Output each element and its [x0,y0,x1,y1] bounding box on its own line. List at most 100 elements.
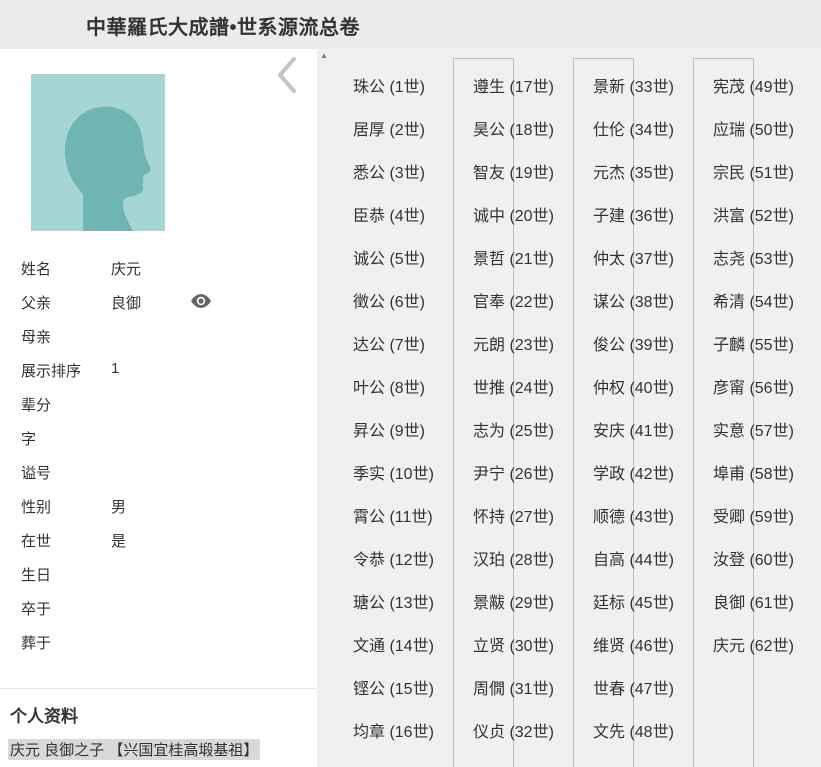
profile-field-row: 在世 是 [21,522,301,556]
generation-item[interactable]: 居厚 (2世) [353,120,425,142]
generation-item[interactable]: 顺德 (43世) [593,507,674,529]
section-divider [0,688,317,689]
generation-item[interactable]: 昇公 (9世) [353,421,425,443]
generation-item[interactable]: 洪富 (52世) [713,206,794,228]
field-label: 辈分 [21,397,52,414]
generation-item[interactable]: 安庆 (41世) [593,421,674,443]
generation-item[interactable]: 智友 (19世) [473,163,554,185]
generation-item[interactable]: 达公 (7世) [353,335,425,357]
generation-item[interactable]: 庆元 (62世) [713,636,794,658]
generation-item[interactable]: 子麟 (55世) [713,335,794,357]
field-label: 葬于 [21,635,52,652]
field-label: 姓名 [21,261,52,278]
generation-item[interactable]: 仲权 (40世) [593,378,674,400]
generation-item[interactable]: 彦甯 (56世) [713,378,794,400]
scroll-up-arrow-icon[interactable]: ▲ [320,51,330,61]
field-label: 性别 [21,499,52,516]
field-label: 生日 [21,567,52,584]
generation-item[interactable]: 世春 (47世) [593,679,674,701]
profile-field-row: 辈分 [21,386,301,420]
avatar [31,74,165,231]
generation-item[interactable]: 臣恭 (4世) [353,206,425,228]
generation-item[interactable]: 季实 (10世) [353,464,434,486]
generation-item[interactable]: 仲太 (37世) [593,249,674,271]
generation-item[interactable]: 元朗 (23世) [473,335,554,357]
person-silhouette-icon [64,106,151,231]
generation-item[interactable]: 学政 (42世) [593,464,674,486]
generation-item[interactable]: 悉公 (3世) [353,163,425,185]
generation-item[interactable]: 珠公 (1世) [353,77,425,99]
profile-field-row: 字 [21,420,301,454]
profile-field-row: 母亲 [21,318,301,352]
generation-tree-panel[interactable]: ▲ 珠公 (1世) 居厚 (2世) 悉公 (3世) 臣恭 (4世) 诚公 (5世) 徵公 … [317,49,821,767]
eye-icon[interactable] [189,289,213,313]
generation-item[interactable]: 元杰 (35世) [593,163,674,185]
generation-item[interactable]: 景新 (33世) [593,77,674,99]
generation-item[interactable]: 埠甫 (58世) [713,464,794,486]
generation-item[interactable]: 文通 (14世) [353,636,434,658]
generation-item[interactable]: 尹宁 (26世) [473,464,554,486]
generation-item[interactable]: 受卿 (59世) [713,507,794,529]
generation-item[interactable]: 志为 (25世) [473,421,554,443]
generation-item[interactable]: 希清 (54世) [713,292,794,314]
generation-item[interactable]: 汉珀 (28世) [473,550,554,572]
profile-field-row: 展示排序 1 [21,352,301,386]
generation-item[interactable]: 霄公 (11世) [353,507,433,529]
generation-item[interactable]: 实意 (57世) [713,421,794,443]
field-label: 母亲 [21,329,52,346]
generation-item[interactable]: 自高 (44世) [593,550,674,572]
generation-item[interactable]: 宗民 (51世) [713,163,794,185]
generation-item[interactable]: 叶公 (8世) [353,378,425,400]
field-label: 字 [21,431,37,448]
generation-item[interactable]: 良御 (61世) [713,593,794,615]
generation-item[interactable]: 俊公 (39世) [593,335,674,357]
field-value: 1 [111,360,120,377]
generation-item[interactable]: 世推 (24世) [473,378,554,400]
profile-field-row: 卒于 [21,590,301,624]
header-bar: 中華羅氏大成譜•世系源流总卷 [0,0,821,49]
generation-item[interactable]: 瑭公 (13世) [353,593,434,615]
generation-item[interactable]: 仪贞 (32世) [473,722,554,744]
generation-item[interactable]: 周僩 (31世) [473,679,554,701]
profile-field-row: 生日 [21,556,301,590]
generation-item[interactable]: 维贤 (46世) [593,636,674,658]
generation-item[interactable]: 诚中 (20世) [473,206,554,228]
profile-field-row: 葬于 [21,624,301,658]
field-value: 良御 [111,295,142,312]
field-value: 男 [111,499,127,516]
generation-item[interactable]: 怀持 (27世) [473,507,554,529]
generation-item[interactable]: 景哲 (21世) [473,249,554,271]
page-title: 中華羅氏大成譜•世系源流总卷 [86,17,361,39]
field-label: 展示排序 [21,363,82,380]
profile-panel: 姓名 庆元父亲 良御母亲展示排序 1 辈分字谥号性别 男在世 是生日卒于葬于 个人资料 庆元… [0,49,317,767]
field-label: 父亲 [21,295,52,312]
generation-item[interactable]: 文先 (48世) [593,722,674,744]
field-value: 是 [111,533,127,550]
profile-field-row: 性别 男 [21,488,301,522]
generation-item[interactable]: 诚公 (5世) [353,249,425,271]
generation-item[interactable]: 均章 (16世) [353,722,434,744]
field-label: 谥号 [21,465,52,482]
personal-info-text: 庆元 良御之子 【兴国宜桂高塅基祖】 [8,739,261,760]
generation-item[interactable]: 仕伦 (34世) [593,120,674,142]
generation-item[interactable]: 立贤 (30世) [473,636,554,658]
profile-field-row: 谥号 [21,454,301,488]
generation-item[interactable]: 令恭 (12世) [353,550,434,572]
generation-item[interactable]: 志尧 (53世) [713,249,794,271]
generation-item[interactable]: 昊公 (18世) [473,120,554,142]
generation-item[interactable]: 官奉 (22世) [473,292,554,314]
collapse-panel-button[interactable] [272,55,302,95]
personal-info-title: 个人资料 [10,707,78,726]
generation-item[interactable]: 宪茂 (49世) [713,77,794,99]
generation-item[interactable]: 汝登 (60世) [713,550,794,572]
generation-item[interactable]: 徵公 (6世) [353,292,425,314]
generation-item[interactable]: 景黻 (29世) [473,593,554,615]
generation-item[interactable]: 应瑞 (50世) [713,120,794,142]
profile-field-row: 父亲 良御 [21,284,301,318]
generation-item[interactable]: 铿公 (15世) [353,679,434,701]
generation-item[interactable]: 谋公 (38世) [593,292,674,314]
generation-item[interactable]: 子建 (36世) [593,206,674,228]
generation-item[interactable]: 遵生 (17世) [473,77,554,99]
profile-field-row: 姓名 庆元 [21,250,301,284]
generation-item[interactable]: 廷标 (45世) [593,593,674,615]
